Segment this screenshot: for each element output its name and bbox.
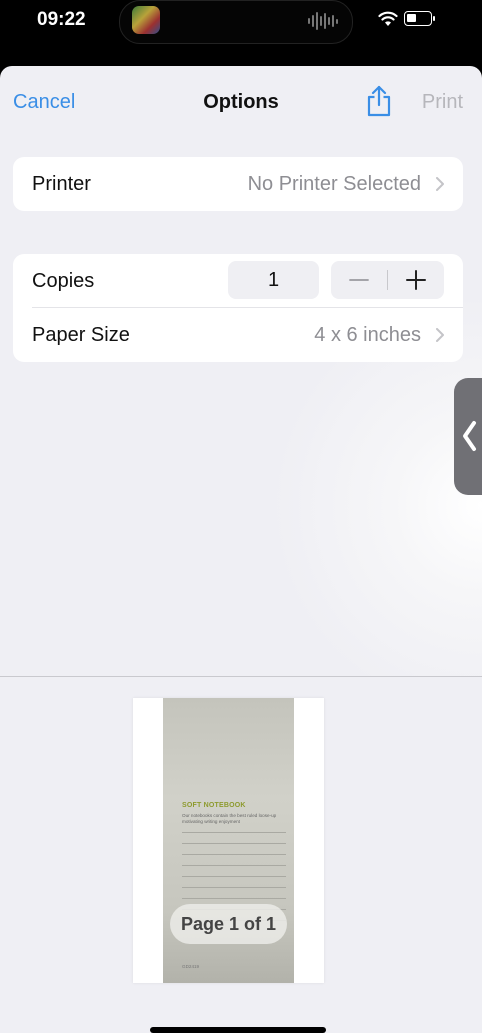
paper-size-row[interactable]: Paper Size 4 x 6 inches (13, 308, 463, 362)
side-panel-handle[interactable] (454, 378, 482, 495)
page-count-badge: Page 1 of 1 (170, 904, 287, 944)
chevron-right-icon (436, 328, 444, 342)
audio-waveform-icon (308, 11, 338, 31)
ruled-line (182, 854, 286, 855)
printer-label: Printer (32, 173, 91, 195)
dynamic-island[interactable] (119, 0, 353, 44)
plus-icon (406, 270, 426, 290)
print-settings-group: Copies 1 Paper Size 4 x 6 inches (13, 254, 463, 362)
copies-row: Copies 1 (13, 254, 463, 308)
status-bar: 09:22 (0, 0, 482, 50)
print-button[interactable]: Print (422, 91, 463, 114)
ruled-line (182, 843, 286, 844)
copies-stepper (331, 261, 444, 299)
notebook-subtitle: Our notebooks contain the best ruled loo… (182, 813, 277, 824)
copies-label: Copies (32, 270, 95, 292)
printer-row[interactable]: Printer No Printer Selected (13, 157, 463, 211)
decrement-button[interactable] (331, 261, 387, 299)
paper-size-value: 4 x 6 inches (314, 324, 421, 346)
print-options-sheet: Cancel Options Print Printer No Printer … (0, 66, 482, 1033)
status-time: 09:22 (37, 9, 86, 30)
printer-value: No Printer Selected (247, 173, 421, 195)
ruled-line (182, 865, 286, 866)
ruled-line (182, 832, 286, 833)
paper-size-label: Paper Size (32, 324, 130, 346)
print-preview-area: SOFT NOTEBOOK Our notebooks contain the … (0, 677, 482, 1033)
app-thumbnail-icon (132, 6, 160, 34)
navigation-bar: Cancel Options Print (0, 66, 482, 138)
copies-count-field[interactable]: 1 (228, 261, 319, 299)
chevron-right-icon (436, 177, 444, 191)
sheet-title: Options (203, 91, 279, 113)
ruled-line (182, 876, 286, 877)
ruled-line (182, 887, 286, 888)
notebook-title: SOFT NOTEBOOK (182, 802, 246, 809)
printer-group: Printer No Printer Selected (13, 157, 463, 211)
share-icon[interactable] (366, 85, 392, 117)
chevron-left-icon (463, 421, 476, 451)
increment-button[interactable] (388, 261, 444, 299)
battery-icon (404, 11, 435, 26)
ruled-line (182, 898, 286, 899)
minus-icon (349, 279, 369, 281)
notebook-footer: GD2419 (182, 964, 200, 969)
home-indicator[interactable] (150, 1027, 326, 1033)
wifi-icon (378, 11, 398, 26)
